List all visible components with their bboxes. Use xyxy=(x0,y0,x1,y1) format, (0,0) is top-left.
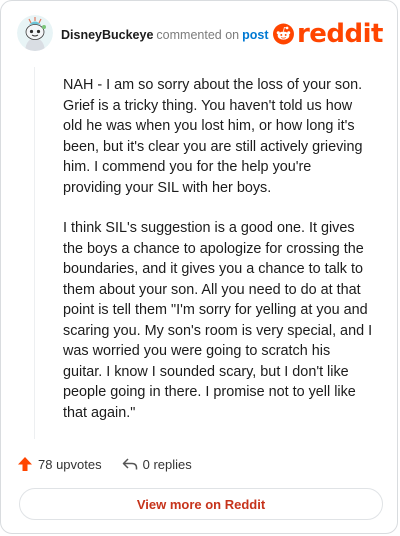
logo-wordmark: reddit xyxy=(296,19,384,49)
reply-icon xyxy=(122,458,137,470)
upvote-count: 78 upvotes xyxy=(38,456,102,472)
snoo-avatar-icon xyxy=(17,15,53,51)
view-more-button[interactable]: View more on Reddit xyxy=(19,488,383,520)
post-link[interactable]: post xyxy=(242,28,268,42)
upvote-button[interactable]: 78 upvotes xyxy=(17,456,102,472)
upvote-arrow-icon xyxy=(18,457,32,471)
action-text: commented on xyxy=(156,28,240,42)
avatar[interactable] xyxy=(17,15,53,51)
comment-paragraph-2: I think SIL's suggestion is a good one. … xyxy=(63,220,373,421)
comment-meta: DisneyBuckeye commented on post xyxy=(61,27,269,43)
reddit-logo-icon xyxy=(273,23,294,45)
thread-line xyxy=(34,67,35,439)
comment-header: DisneyBuckeye commented on post reddit xyxy=(17,15,384,53)
reddit-logo[interactable]: reddit xyxy=(273,19,384,49)
comment-body: NAH - I am so sorry about the loss of yo… xyxy=(63,75,373,443)
reply-count: 0 replies xyxy=(142,456,192,472)
comment-paragraph-1: NAH - I am so sorry about the loss of yo… xyxy=(63,77,363,196)
comment-actions: 78 upvotes 0 replies xyxy=(17,453,192,475)
comment-card: DisneyBuckeye commented on post reddit NAH… xyxy=(0,0,398,534)
reply-button[interactable]: 0 replies xyxy=(122,456,192,472)
username-link[interactable]: DisneyBuckeye xyxy=(61,28,153,42)
